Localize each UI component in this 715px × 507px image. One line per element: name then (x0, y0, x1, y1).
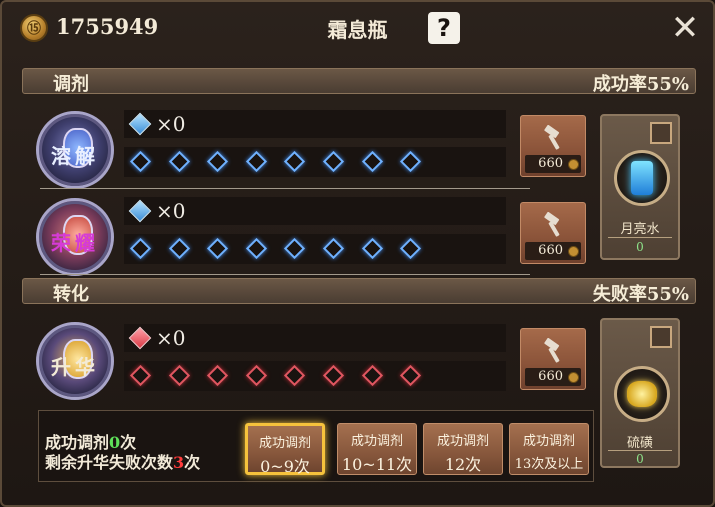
fail-remaining-prefix: 剩余升华失败次数 (45, 453, 174, 472)
material-qty: 0 (636, 452, 644, 466)
potion-medallion-dissolve[interactable]: 溶解 (36, 111, 114, 189)
craft-button[interactable]: 660 (520, 115, 586, 177)
potion-label: 溶解 (51, 144, 99, 168)
tier-top-label: 成功调剂 (350, 434, 403, 449)
transform-info-panel: 成功调剂0次 剩余升华失败次数3次 成功调剂 0~9次 成功调剂 10~11次 … (38, 410, 594, 482)
potion-medallion-sublimate[interactable]: 升华 (36, 322, 114, 400)
hammer-icon (544, 125, 560, 150)
close-icon[interactable]: ✕ (668, 11, 702, 45)
coin-icon (568, 246, 579, 257)
fail-remaining-text: 剩余升华失败次数3次 (45, 449, 200, 473)
potion-label: 荣耀 (51, 231, 99, 255)
coin-icon (568, 372, 579, 383)
mix-section-label: 调剂 (53, 74, 89, 95)
material-checkbox[interactable] (650, 122, 672, 144)
hammer-icon (544, 338, 560, 363)
potion-medallion-glory[interactable]: 荣耀 (36, 198, 114, 276)
tier-top-label: 成功调剂 (522, 434, 575, 449)
potion-label: 升华 (51, 355, 99, 379)
transform-section-label: 转化 (53, 284, 89, 305)
help-icon[interactable]: ? (428, 12, 460, 44)
material-name: 月亮水 (620, 222, 660, 237)
game-panel: ⑮ 1755949 霜息瓶 ? ✕ 调剂 成功率55% 溶解 ×0 660 荣耀… (0, 0, 715, 507)
material-name: 硫磺 (626, 436, 653, 451)
hammer-icon (544, 212, 560, 237)
fail-remaining-value: 3 (173, 453, 185, 472)
tier-bottom-label: 10~11次 (341, 455, 413, 474)
transform-section-header: 转化 失败率55% (22, 278, 696, 305)
row-divider (40, 274, 530, 275)
sulfur-icon (614, 366, 670, 422)
gem-count: ×0 (156, 199, 186, 223)
tier-top-label: 成功调剂 (436, 434, 489, 449)
coin-icon (568, 159, 579, 170)
fail-remaining-suffix: 次 (184, 453, 201, 472)
craft-button[interactable]: 660 (520, 202, 586, 264)
panel-title: 霜息瓶 (327, 18, 388, 42)
material-divider (608, 450, 672, 451)
material-checkbox[interactable] (650, 326, 672, 348)
mix-success-rate: 成功率55% (592, 74, 689, 95)
tier-bottom-label: 13次及以上 (514, 457, 584, 472)
material-card-moonwater[interactable]: 月亮水 0 (600, 114, 680, 260)
transform-fail-rate: 失败率55% (592, 284, 689, 305)
tier-bottom-label: 0~9次 (260, 457, 310, 476)
gem-count: ×0 (156, 112, 186, 136)
tier-button-10-11[interactable]: 成功调剂 10~11次 (337, 423, 417, 475)
mix-section-header: 调剂 成功率55% (22, 68, 696, 95)
tier-button-12[interactable]: 成功调剂 12次 (423, 423, 503, 475)
tier-bottom-label: 12次 (444, 455, 482, 474)
material-card-sulfur[interactable]: 硫磺 0 (600, 318, 680, 468)
row-divider (40, 188, 530, 189)
material-divider (608, 237, 672, 238)
tier-button-13-plus[interactable]: 成功调剂 13次及以上 (509, 423, 589, 475)
gem-count: ×0 (156, 326, 186, 350)
material-qty: 0 (636, 240, 644, 254)
moon-water-icon (614, 150, 670, 206)
craft-button[interactable]: 660 (520, 328, 586, 390)
tier-top-label: 成功调剂 (258, 436, 311, 451)
tier-button-0-9[interactable]: 成功调剂 0~9次 (245, 423, 325, 476)
